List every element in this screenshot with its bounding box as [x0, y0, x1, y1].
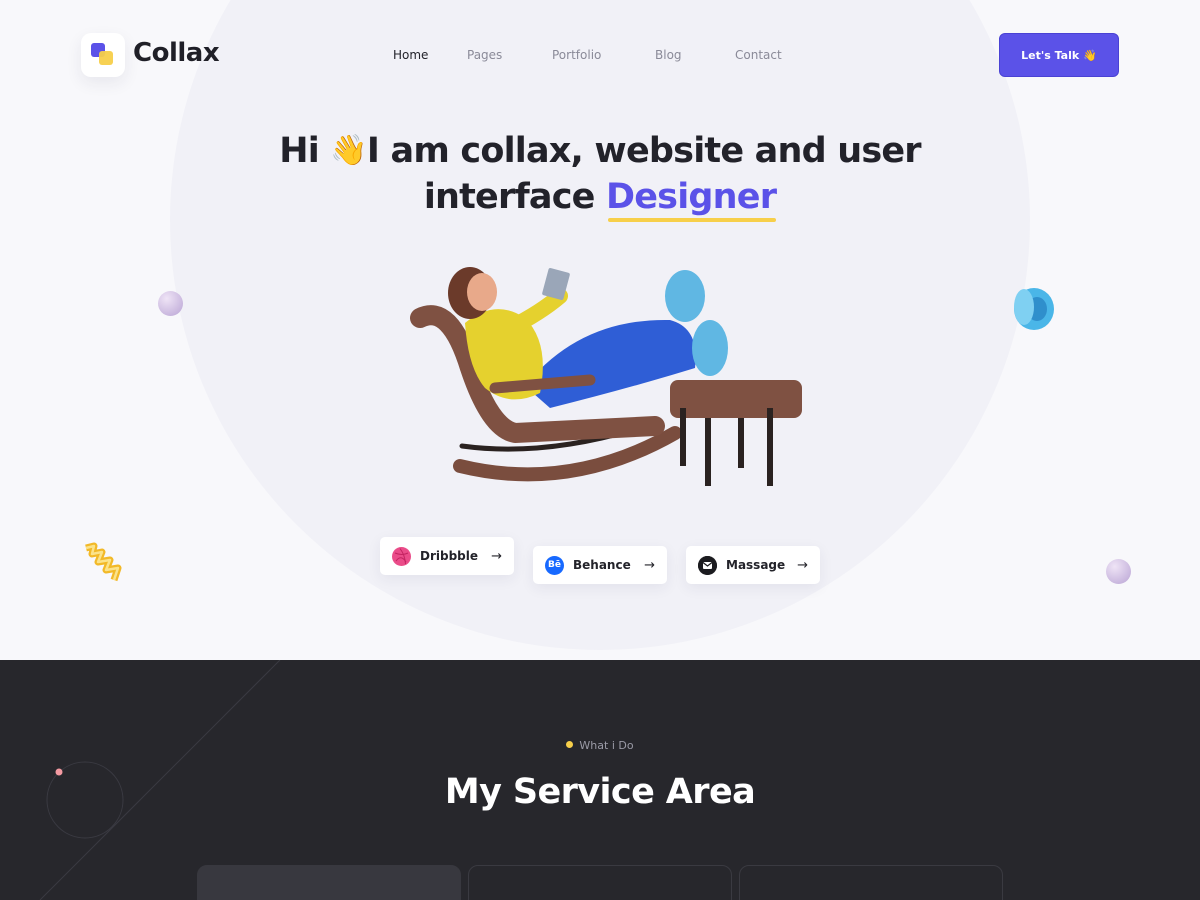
services-eyebrow: What i Do	[0, 739, 1200, 752]
massage-label: Massage	[726, 558, 786, 572]
decorative-sphere	[158, 291, 183, 316]
logo-mark[interactable]	[81, 33, 125, 77]
behance-label: Behance	[573, 558, 631, 572]
logo-square-yellow	[99, 51, 113, 65]
lets-talk-button[interactable]: Let's Talk 👋	[999, 33, 1119, 77]
decorative-spiral-shape	[85, 542, 122, 582]
yellow-dot-icon	[566, 741, 574, 748]
arm	[502, 288, 568, 336]
decorative-sphere	[1106, 559, 1131, 584]
waving-hand-icon: 👋	[330, 133, 367, 168]
nav-item-home[interactable]: Home	[393, 48, 428, 62]
nav-item-contact[interactable]: Contact	[735, 48, 782, 62]
hero-section: Collax Home Pages Portfolio Blog Contact…	[0, 0, 1200, 660]
behance-button[interactable]: Bē Behance →	[533, 546, 667, 584]
eyebrow-label: What i Do	[579, 739, 634, 752]
nav-item-portfolio[interactable]: Portfolio	[552, 48, 601, 62]
ottoman-leg	[738, 418, 744, 468]
arrow-right-icon: →	[797, 557, 808, 573]
headline-accent-word: Designer	[605, 174, 777, 222]
service-card[interactable]	[739, 865, 1003, 900]
accent-underline	[607, 218, 777, 222]
headline-line1: I am collax, website and user	[366, 131, 922, 171]
dribbble-label: Dribbble	[420, 549, 479, 563]
ottoman-leg	[680, 408, 686, 466]
behance-icon: Bē	[545, 555, 564, 575]
dribbble-button[interactable]: Dribbble →	[380, 537, 514, 575]
person-rocking-chair-illustration	[410, 267, 802, 486]
massage-button[interactable]: Massage →	[686, 546, 820, 584]
hero-headline: Hi 👋I am collax, website and user interf…	[250, 128, 950, 222]
brand-name[interactable]: Collax	[133, 38, 220, 68]
ottoman-leg	[767, 408, 773, 486]
shoe	[692, 320, 728, 376]
wave-icon: 👋	[1083, 48, 1097, 62]
gmail-icon	[698, 555, 717, 575]
services-section: What i Do My Service Area	[0, 660, 1200, 900]
nav-item-pages[interactable]: Pages	[467, 48, 502, 62]
headline-line2: interface	[423, 177, 596, 217]
designer-word: Designer	[605, 177, 777, 217]
service-card[interactable]	[197, 865, 461, 900]
arrow-right-icon: →	[491, 548, 502, 564]
decorative-ring-shape	[1014, 288, 1054, 330]
nav-item-blog[interactable]: Blog	[655, 48, 682, 62]
face	[467, 273, 497, 311]
ottoman-cushion	[670, 380, 802, 418]
shoe	[665, 270, 705, 322]
headline-hi: Hi	[279, 131, 319, 171]
services-title: My Service Area	[444, 772, 756, 812]
dribbble-icon	[392, 546, 411, 566]
service-card[interactable]	[468, 865, 732, 900]
arrow-right-icon: →	[644, 557, 655, 573]
lets-talk-label: Let's Talk	[1021, 48, 1080, 62]
ottoman-leg	[705, 418, 711, 486]
